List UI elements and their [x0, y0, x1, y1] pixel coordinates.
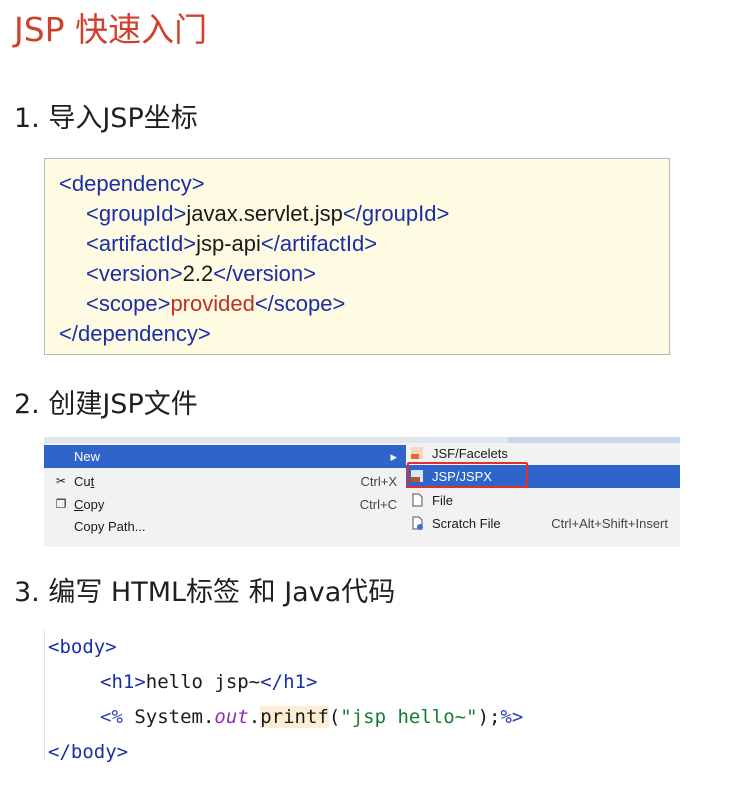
menu-item-copy-path[interactable]: Copy Path... — [44, 515, 406, 538]
menu-item-cut[interactable]: ✂ Cut Ctrl+X — [44, 470, 406, 493]
jsp-code-block: <body> <h1>hello jsp~</h1> <% System.out… — [44, 630, 585, 763]
menu-item-new[interactable]: New ▸ — [44, 445, 406, 468]
code-line-body-close: </body> — [48, 741, 129, 763]
xml-line-version: <version>2.2</version> — [86, 261, 316, 286]
submenu-item-file[interactable]: File — [406, 489, 680, 512]
new-submenu: JSF/Facelets JSP/JSPX File Scratch File … — [406, 437, 680, 547]
submenu-arrow-icon: ▸ — [390, 449, 397, 464]
step-2-heading: 2. 创建JSP文件 — [14, 389, 198, 420]
step-3-heading: 3. 编写 HTML标签 和 Java代码 — [14, 577, 396, 608]
page-title: JSP 快速入门 — [14, 10, 208, 49]
step-1-heading: 1. 导入JSP坐标 — [14, 103, 198, 134]
scratch-file-icon — [412, 516, 423, 530]
file-icon — [412, 493, 423, 507]
context-menu-screenshot: New ▸ ✂ Cut Ctrl+X ❐ Copy Ctrl+C Copy Pa… — [44, 437, 680, 547]
context-menu: New ▸ ✂ Cut Ctrl+X ❐ Copy Ctrl+C Copy Pa… — [44, 437, 407, 547]
highlight-box — [407, 462, 528, 488]
xml-line-artifactid: <artifactId>jsp-api</artifactId> — [86, 231, 378, 256]
html-file-icon — [411, 447, 423, 459]
xml-line-groupid: <groupId>javax.servlet.jsp</groupId> — [86, 201, 450, 226]
window-edge — [44, 437, 680, 443]
xml-line-dependency-close: </dependency> — [59, 321, 211, 346]
menu-item-copy[interactable]: ❐ Copy Ctrl+C — [44, 493, 406, 516]
scissors-icon: ✂ — [55, 474, 67, 488]
code-line-body-open: <body> — [48, 636, 117, 658]
xml-line-dependency-open: <dependency> — [59, 171, 205, 196]
code-line-h1: <h1>hello jsp~</h1> — [100, 671, 318, 693]
submenu-item-scratch-file[interactable]: Scratch File Ctrl+Alt+Shift+Insert — [406, 512, 680, 535]
xml-line-scope: <scope>provided</scope> — [86, 291, 346, 316]
xml-code-block: <dependency> <groupId>javax.servlet.jsp<… — [44, 158, 670, 355]
copy-icon: ❐ — [55, 497, 67, 511]
code-line-scriptlet: <% System.out.printf("jsp hello~");%> — [100, 706, 524, 728]
